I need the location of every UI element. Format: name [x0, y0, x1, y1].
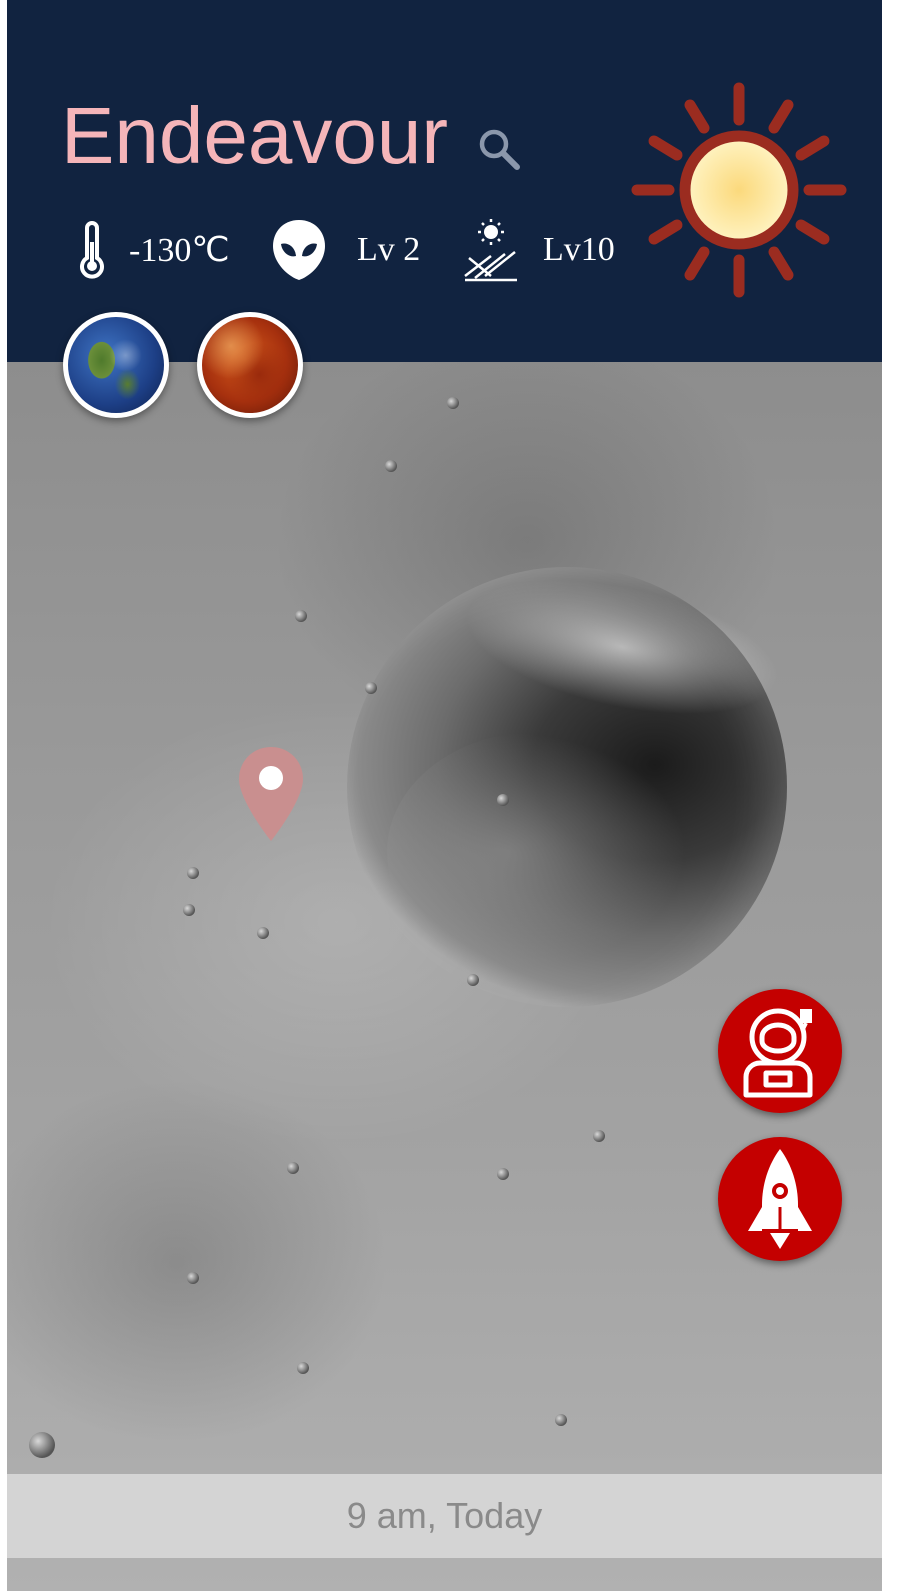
rock — [447, 397, 459, 409]
rock — [295, 610, 307, 622]
time-bar[interactable]: 9 am, Today — [7, 1474, 882, 1558]
header: Endeavour -130℃ Lv 2 Lv10 — [7, 0, 882, 362]
mars-icon — [202, 317, 298, 413]
rock — [183, 904, 195, 916]
time-label: 9 am, Today — [346, 1495, 543, 1536]
rock — [29, 1432, 55, 1458]
rock — [385, 460, 397, 472]
temperature-value: -130℃ — [129, 232, 230, 269]
rock — [297, 1362, 309, 1374]
crater-floor — [387, 732, 687, 972]
rock — [257, 927, 269, 939]
alien-icon — [273, 220, 325, 280]
rock — [365, 682, 377, 694]
location-pin-icon[interactable] — [237, 745, 305, 843]
alien-stat: Lv 2 — [271, 215, 420, 285]
rock — [287, 1162, 299, 1174]
rock — [497, 794, 509, 806]
rock — [467, 974, 479, 986]
site-title: Endeavour — [61, 91, 448, 180]
earth-icon — [68, 317, 164, 413]
alien-level: Lv 2 — [357, 231, 421, 268]
thermometer-icon — [80, 221, 104, 279]
radiation-level: Lv10 — [543, 231, 615, 268]
rock — [593, 1130, 605, 1142]
rocket-icon — [748, 1149, 812, 1249]
rock — [187, 867, 199, 879]
surface-map[interactable] — [7, 362, 882, 1591]
rocket-button[interactable] — [718, 1137, 842, 1261]
rock — [497, 1168, 509, 1180]
rock — [187, 1272, 199, 1284]
app-screen: Endeavour -130℃ Lv 2 Lv10 9 am, Today — [7, 0, 882, 1591]
temperature-stat: -130℃ — [77, 215, 230, 285]
mars-button[interactable] — [197, 312, 303, 418]
sun-icon — [631, 82, 847, 298]
solar-radiation-icon — [464, 219, 517, 282]
rock — [555, 1414, 567, 1426]
earth-button[interactable] — [63, 312, 169, 418]
astronaut-button[interactable] — [718, 989, 842, 1113]
search-icon[interactable] — [475, 125, 523, 173]
radiation-stat: Lv10 — [461, 215, 615, 285]
astronaut-icon — [743, 1008, 813, 1098]
